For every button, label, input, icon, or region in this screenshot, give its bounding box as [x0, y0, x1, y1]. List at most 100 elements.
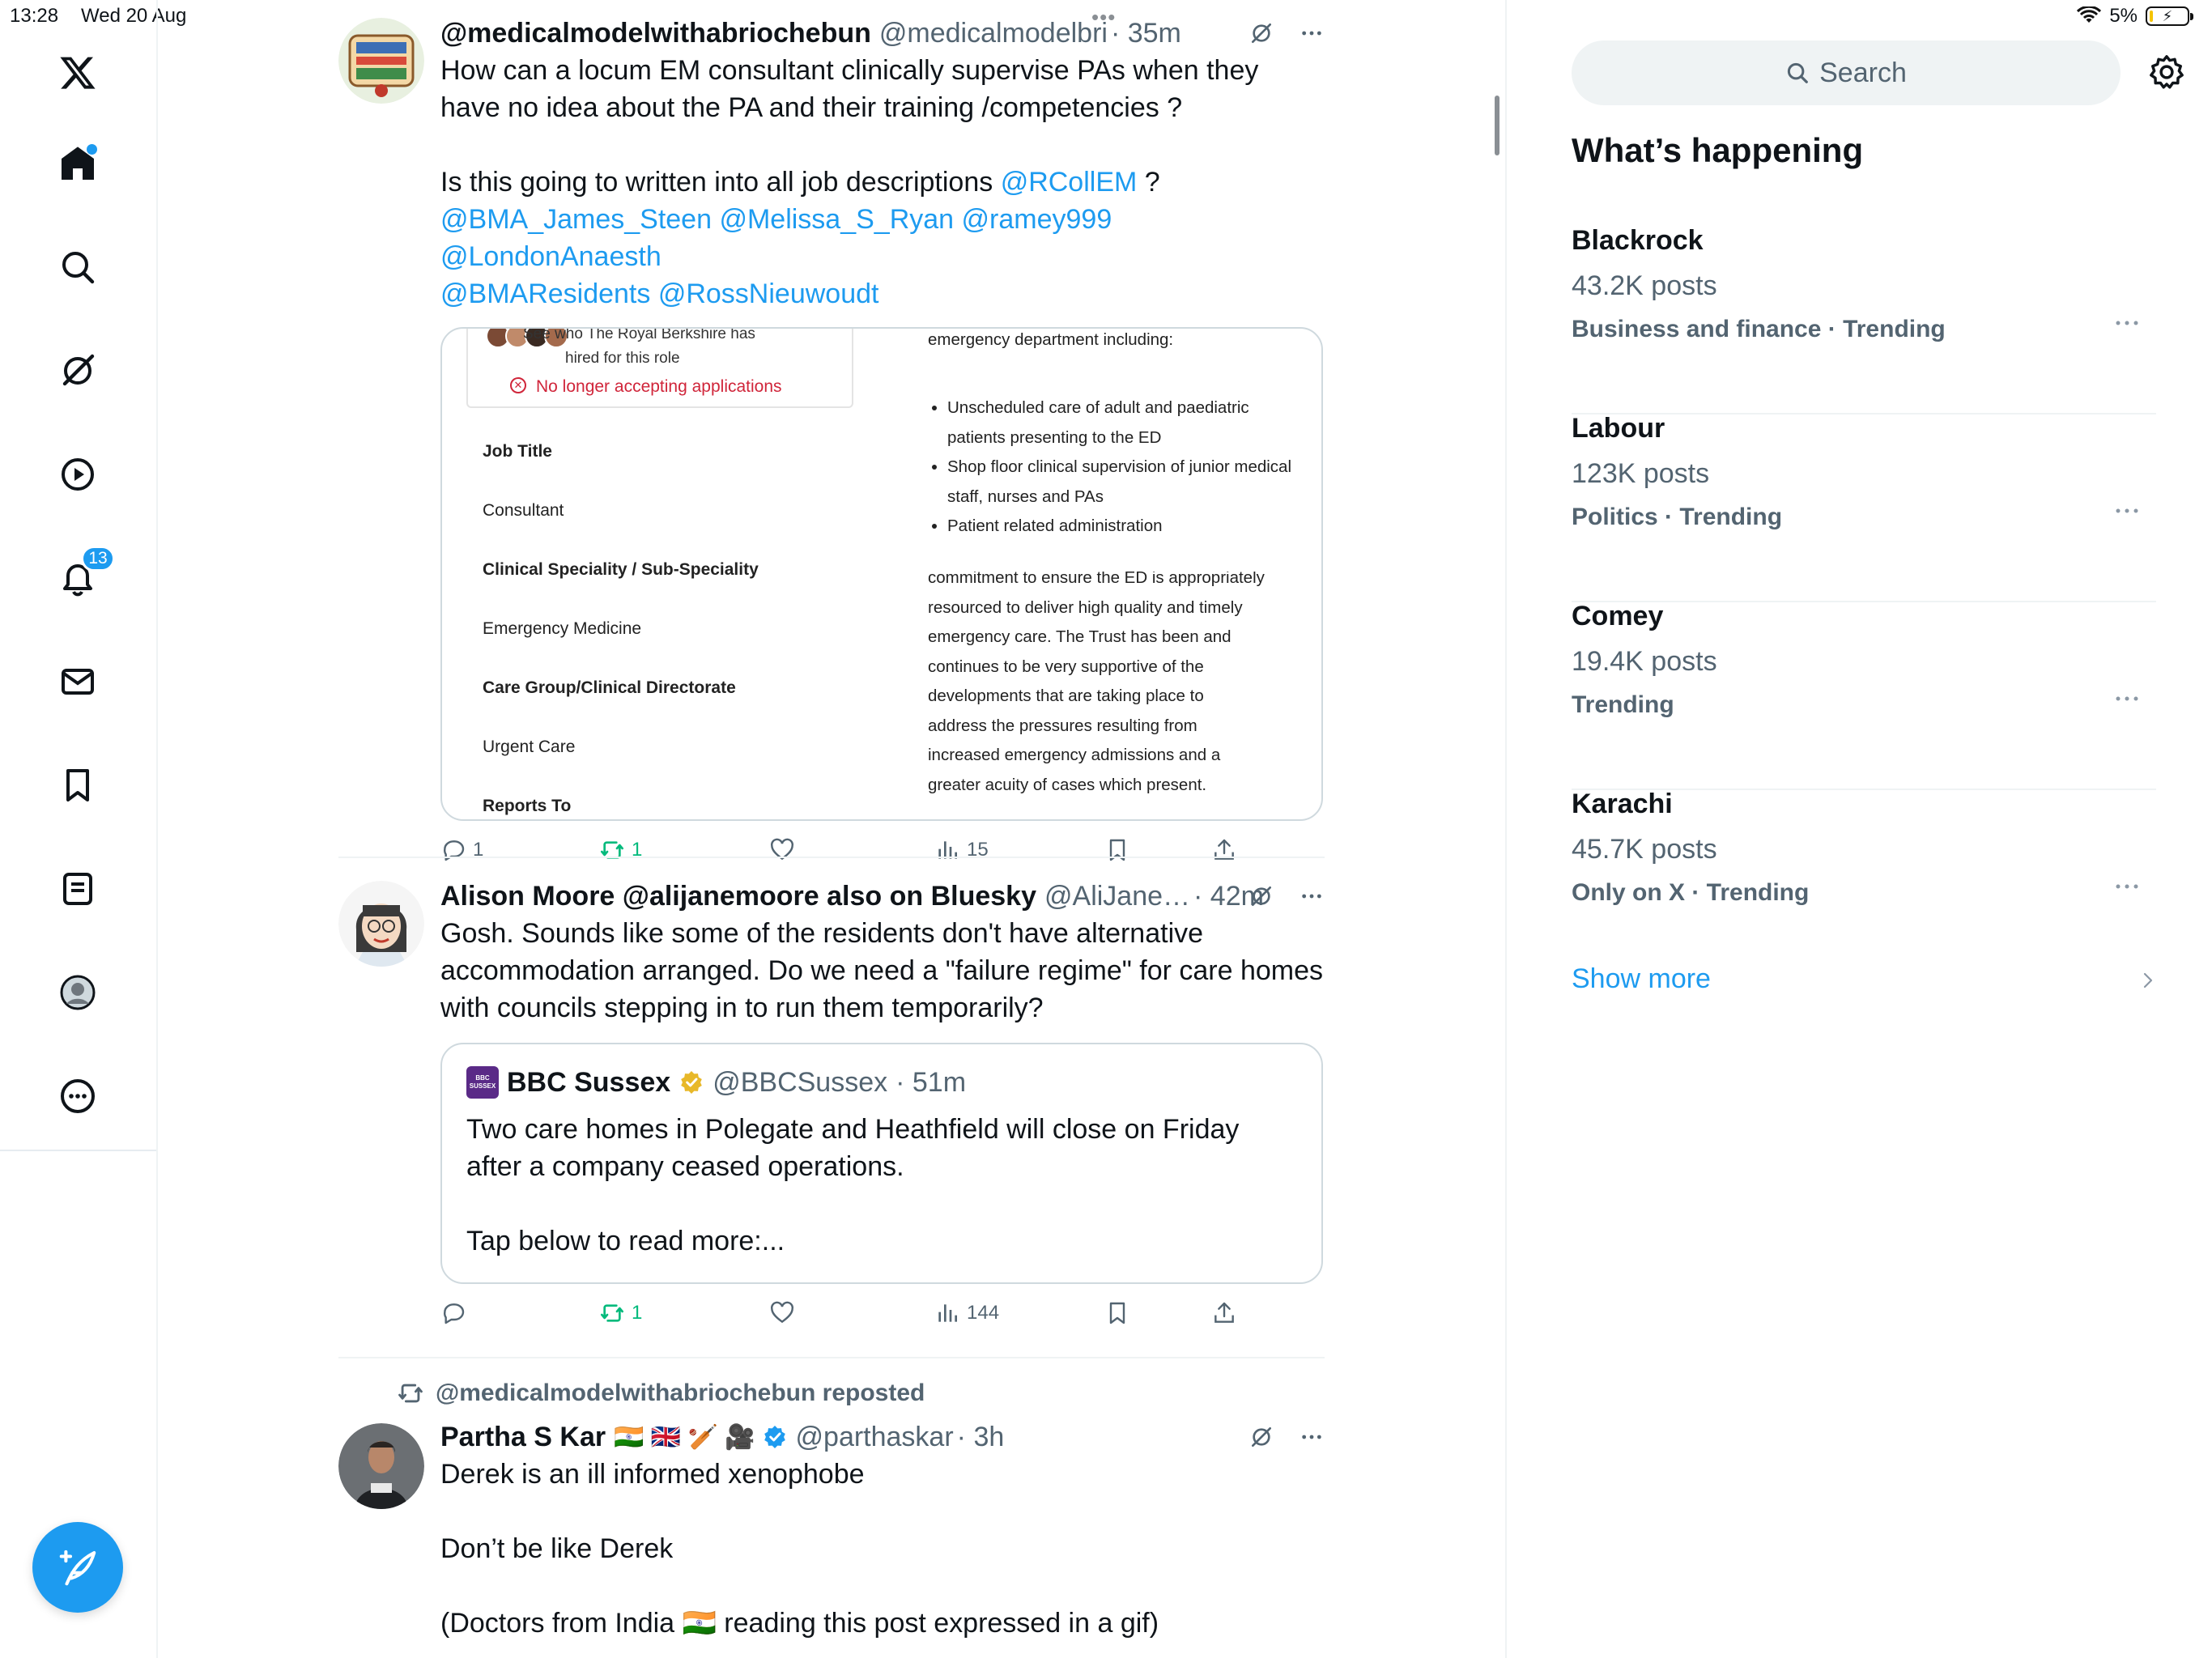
- trend-item[interactable]: Karachi 45.7K posts Only on X · Trending: [1572, 789, 2156, 976]
- trend-posts: 43.2K posts: [1572, 270, 1717, 301]
- closed-x-icon: ✕: [510, 377, 526, 393]
- trend-item[interactable]: Blackrock 43.2K posts Business and finan…: [1572, 225, 2156, 414]
- job-duty: Patient related administration: [947, 512, 1304, 542]
- job-field: Job Title: [483, 442, 552, 461]
- author-handle[interactable]: @AliJane…: [1044, 881, 1190, 912]
- nav-more[interactable]: [42, 1061, 113, 1132]
- repost-button[interactable]: 1: [599, 1292, 642, 1334]
- timeline-scrollbar[interactable]: [1495, 96, 1499, 155]
- card-cut-text: See who The Royal Berkshire has: [523, 327, 755, 342]
- application-status: No longer accepting applications: [536, 377, 782, 396]
- nav-explore[interactable]: [42, 232, 113, 303]
- timestamp[interactable]: · 3h: [957, 1422, 1005, 1453]
- grok-icon[interactable]: [1249, 20, 1274, 46]
- grok-icon[interactable]: [1249, 883, 1274, 909]
- share-button[interactable]: [1211, 1292, 1237, 1334]
- share-icon: [1214, 1302, 1234, 1323]
- nav-grok[interactable]: [42, 335, 113, 406]
- job-field: Clinical Speciality / Sub-Speciality: [483, 560, 759, 579]
- nav-profile[interactable]: [42, 957, 113, 1028]
- show-more-link[interactable]: Show more: [1572, 963, 1711, 995]
- notifications-badge: 13: [81, 546, 115, 572]
- x-logo-icon[interactable]: [42, 37, 113, 108]
- trend-category: Business and finance · Trending: [1572, 316, 1946, 342]
- trend-posts: 45.7K posts: [1572, 834, 1717, 865]
- reply-button[interactable]: 1: [440, 829, 483, 871]
- tweet-divider: [338, 857, 1325, 858]
- left-navigation: 13: [0, 0, 158, 1658]
- nav-bookmarks[interactable]: [42, 750, 113, 821]
- reply-icon: [443, 840, 465, 861]
- views-button[interactable]: 15: [934, 829, 989, 871]
- trend-category: Trending: [1572, 691, 1674, 718]
- views-button[interactable]: 144: [934, 1292, 999, 1334]
- tweet-divider: [338, 1357, 1325, 1358]
- author-name[interactable]: @medicalmodelwithabriochebun: [440, 18, 871, 49]
- home-unread-dot: [87, 144, 97, 155]
- author-name[interactable]: Partha S Kar: [440, 1422, 606, 1453]
- avatar[interactable]: [338, 881, 424, 967]
- envelope-icon: [62, 669, 94, 695]
- author-handle[interactable]: @medicalmodelbri: [879, 18, 1108, 49]
- search-placeholder: Search: [1819, 57, 1907, 88]
- logo-text: BBC: [475, 1074, 490, 1082]
- nav-messages[interactable]: [42, 646, 113, 717]
- nav-lists[interactable]: [42, 853, 113, 925]
- trend-item[interactable]: Comey 19.4K posts Trending: [1572, 601, 2156, 790]
- quoted-tweet[interactable]: BBC SUSSEX BBC Sussex @BBCSussex · 51m Tw…: [440, 1043, 1323, 1284]
- more-options-icon[interactable]: [1299, 1424, 1325, 1450]
- more-options-icon[interactable]: [2111, 687, 2143, 711]
- tweet-header: Partha S Kar 🇮🇳 🇬🇧 🏏 🎥 @parthaskar · 3h: [440, 1418, 1325, 1456]
- tweet-media-image[interactable]: See who The Royal Berkshire has hired fo…: [440, 327, 1323, 821]
- bookmark-icon: [1109, 839, 1125, 861]
- nav-home[interactable]: [42, 128, 113, 199]
- nav-notifications[interactable]: 13: [42, 542, 115, 614]
- grok-icon: [62, 354, 95, 386]
- mention-link[interactable]: @RCollEM: [1001, 167, 1138, 198]
- compose-post-button[interactable]: [32, 1522, 123, 1613]
- more-options-icon[interactable]: [1299, 20, 1325, 46]
- verified-blue-badge-icon: [764, 1426, 785, 1448]
- trend-name: Labour: [1572, 413, 1665, 444]
- settings-gear-icon[interactable]: [2148, 53, 2185, 91]
- bookmark-button[interactable]: [1104, 829, 1130, 871]
- timestamp[interactable]: · 35m: [1111, 18, 1181, 49]
- job-field: Consultant: [483, 501, 564, 520]
- author-name[interactable]: Alison Moore @alijanemoore also on Blues…: [440, 881, 1036, 912]
- reply-button[interactable]: [440, 1292, 473, 1334]
- author-handle[interactable]: @parthaskar: [796, 1422, 954, 1453]
- tweet-header: Alison Moore @alijanemoore also on Blues…: [440, 878, 1325, 915]
- nav-video[interactable]: [42, 439, 113, 510]
- like-button[interactable]: [769, 1292, 795, 1334]
- bookmark-icon: [66, 769, 89, 801]
- tweet-header: @medicalmodelwithabriochebun @medicalmod…: [440, 15, 1325, 52]
- verified-gold-badge-icon: [681, 1071, 703, 1094]
- repost-label[interactable]: @medicalmodelwithabriochebun reposted: [436, 1380, 925, 1407]
- more-options-icon[interactable]: [2111, 499, 2143, 523]
- job-description-bottom: commitment to ensure the ED is appropria…: [928, 568, 1265, 794]
- job-status-card: See who The Royal Berkshire has hired fo…: [466, 327, 853, 408]
- search-icon: [62, 252, 95, 284]
- right-sidebar: Search What’s happening Blackrock 43.2K …: [1507, 0, 2212, 1658]
- more-options-icon[interactable]: [2111, 311, 2143, 335]
- search-icon: [1788, 62, 1808, 83]
- grok-icon[interactable]: [1249, 1424, 1274, 1450]
- bookmark-button[interactable]: [1104, 1292, 1130, 1334]
- like-button[interactable]: [769, 829, 795, 871]
- search-input[interactable]: Search: [1572, 40, 2121, 105]
- avatar[interactable]: [338, 1423, 424, 1509]
- trend-posts: 19.4K posts: [1572, 646, 1717, 677]
- tweet-text: How can a locum EM consultant clinically…: [440, 52, 1325, 312]
- mention-links[interactable]: @BMA_James_Steen @Melissa_S_Ryan @ramey9…: [440, 204, 1120, 309]
- avatar[interactable]: [338, 18, 424, 104]
- job-field: Urgent Care: [483, 738, 576, 756]
- trend-category: Only on X · Trending: [1572, 879, 1810, 906]
- more-options-icon[interactable]: [2111, 874, 2143, 899]
- logo-text: SUSSEX: [469, 1082, 496, 1090]
- repost-icon: [398, 1384, 423, 1403]
- trend-item[interactable]: Labour 123K posts Politics · Trending: [1572, 413, 2156, 602]
- trend-name: Karachi: [1572, 789, 1673, 819]
- more-options-icon[interactable]: [1299, 883, 1325, 909]
- share-button[interactable]: [1211, 829, 1237, 871]
- repost-button[interactable]: 1: [599, 829, 642, 871]
